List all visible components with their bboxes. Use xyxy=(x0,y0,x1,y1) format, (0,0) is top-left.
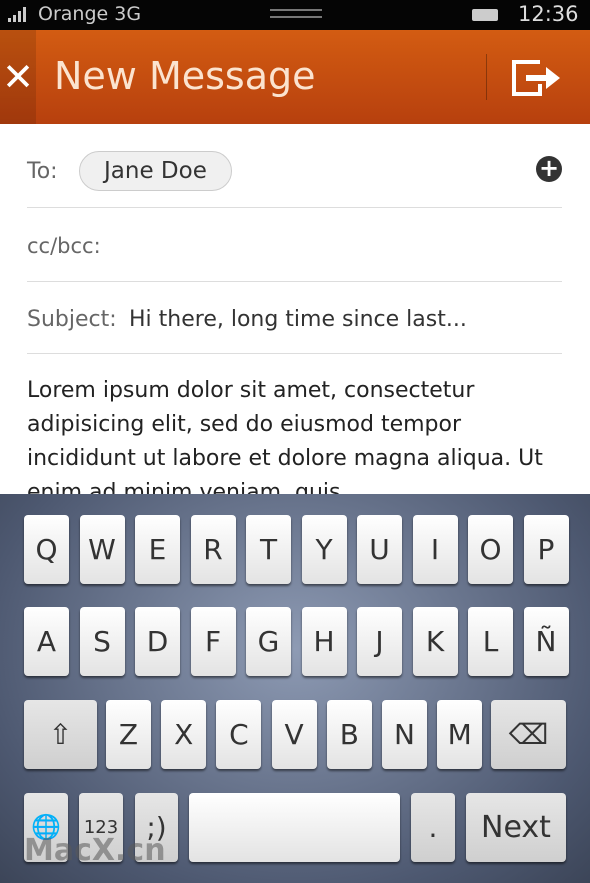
shift-key[interactable]: ⇧ xyxy=(24,700,97,769)
carrier: Orange 3G xyxy=(38,3,142,25)
key-i[interactable]: I xyxy=(412,515,458,584)
key-w[interactable]: W xyxy=(79,515,125,584)
key-t[interactable]: T xyxy=(246,515,291,584)
close-button[interactable]: ✕ xyxy=(0,30,36,124)
watermark: MacX.cn xyxy=(24,833,166,868)
divider xyxy=(486,54,487,100)
key-o[interactable]: O xyxy=(468,515,513,584)
key-d[interactable]: D xyxy=(135,607,180,676)
battery-icon xyxy=(472,9,498,21)
message-body[interactable]: Lorem ipsum dolor sit amet, consectetur … xyxy=(27,374,567,498)
key-e[interactable]: E xyxy=(135,515,180,584)
subject-field[interactable]: Subject: Hi there, long time since last.… xyxy=(27,282,562,354)
next-key[interactable]: Next xyxy=(466,793,566,862)
key-s[interactable]: S xyxy=(79,607,125,676)
key-m[interactable]: M xyxy=(437,700,483,769)
notification-handle[interactable] xyxy=(270,9,322,18)
space-key[interactable] xyxy=(189,793,400,862)
status-bar: Orange 3G 12:36 xyxy=(0,0,590,30)
key-z[interactable]: Z xyxy=(106,700,151,769)
page-title: New Message xyxy=(54,54,316,98)
plus-circle-icon[interactable]: + xyxy=(536,156,562,182)
signal-icon xyxy=(8,6,26,22)
key-y[interactable]: Y xyxy=(301,515,347,584)
to-field[interactable]: To: Jane Doe + xyxy=(27,136,562,208)
subject-label: Subject: xyxy=(27,307,117,332)
recipient-chip[interactable]: Jane Doe xyxy=(79,151,232,191)
key-q[interactable]: Q xyxy=(24,515,69,584)
key-a[interactable]: A xyxy=(24,607,69,676)
key-h[interactable]: H xyxy=(301,607,347,676)
to-label: To: xyxy=(27,159,58,184)
cc-label: cc/bcc: xyxy=(27,234,101,258)
send-icon[interactable] xyxy=(510,56,562,100)
key-g[interactable]: G xyxy=(246,607,291,676)
key-x[interactable]: X xyxy=(161,700,207,769)
header: ✕ New Message xyxy=(0,30,590,124)
key-j[interactable]: J xyxy=(357,607,402,676)
key-l[interactable]: L xyxy=(468,607,513,676)
key-n[interactable]: N xyxy=(382,700,427,769)
key-ñ[interactable]: Ñ xyxy=(523,607,569,676)
key-b[interactable]: B xyxy=(326,700,372,769)
subject-input[interactable]: Hi there, long time since last... xyxy=(129,307,467,332)
key-f[interactable]: F xyxy=(190,607,236,676)
backspace-key[interactable]: ⌫ xyxy=(491,700,566,769)
clock: 12:36 xyxy=(518,2,579,26)
key-u[interactable]: U xyxy=(357,515,402,584)
keyboard: Q W E R T Y U I O P A S D F G H J K L Ñ ⇧ Z X C V B N M ⌫ 🌐 123;). Next xyxy=(0,494,590,883)
key-v[interactable]: V xyxy=(271,700,317,769)
key-p[interactable]: P xyxy=(523,515,569,584)
period-key[interactable]: . xyxy=(411,793,455,862)
key-c[interactable]: C xyxy=(216,700,262,769)
key-r[interactable]: R xyxy=(190,515,236,584)
cc-bcc-field[interactable]: cc/bcc: xyxy=(27,208,562,282)
key-k[interactable]: K xyxy=(412,607,458,676)
